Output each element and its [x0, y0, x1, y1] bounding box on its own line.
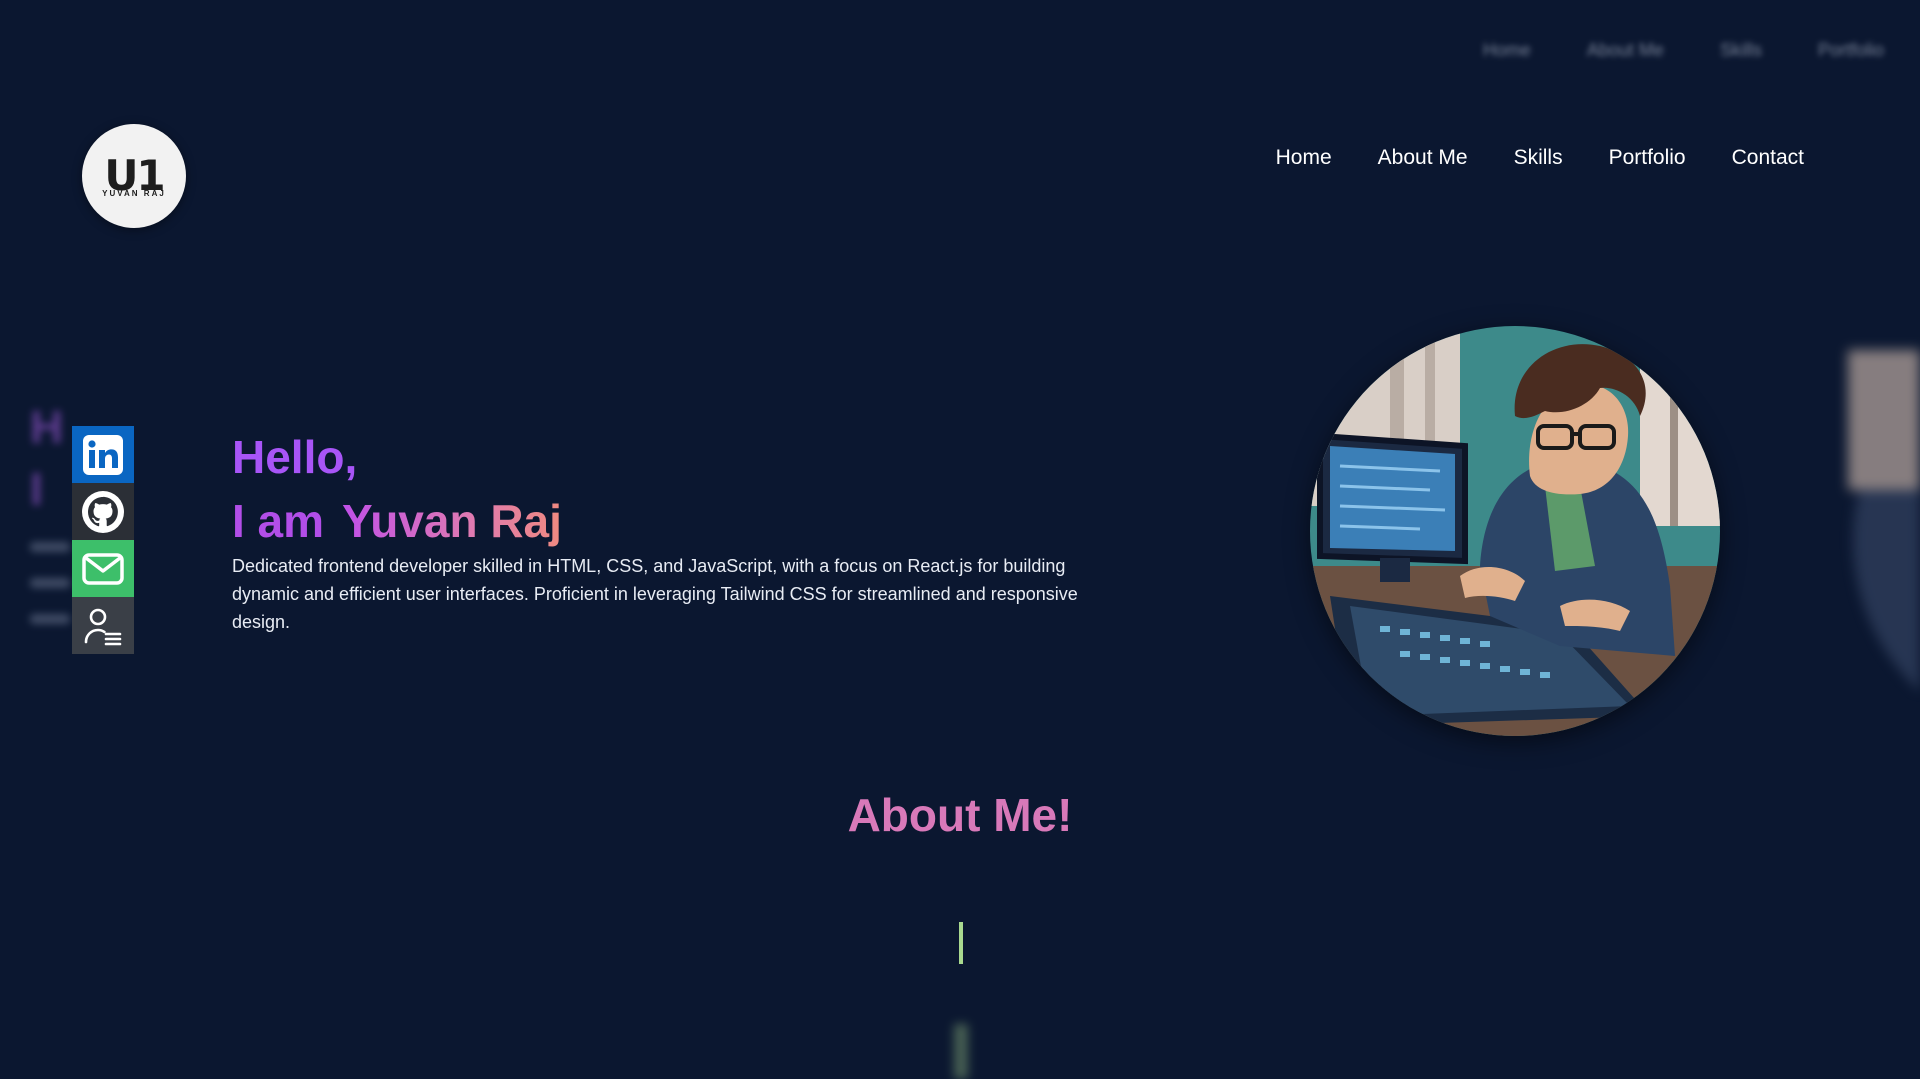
hero-section: Hello, I am Yuvan Raj Dedicated frontend …: [232, 428, 1112, 636]
ghost-nav-item: About Me: [1586, 40, 1664, 60]
ghost-avatar-overlay: [1848, 330, 1920, 750]
mail-icon: [82, 552, 124, 585]
hero-name: Yuvan Raj: [342, 495, 562, 547]
ghost-nav-item: Home: [1482, 40, 1531, 60]
nav-about-me[interactable]: About Me: [1378, 146, 1468, 170]
nav-skills[interactable]: Skills: [1514, 146, 1563, 170]
hero-greeting: Hello,: [232, 431, 358, 483]
hero-intro: I am Yuvan Raj: [232, 492, 1112, 550]
ghost-nav: Home About Me Skills Portfolio: [1483, 40, 1884, 61]
hero-intro-prefix: I am: [232, 495, 325, 547]
resume-link[interactable]: [72, 597, 134, 654]
nav-contact[interactable]: Contact: [1732, 146, 1804, 170]
main-nav: Home About Me Skills Portfolio Contact: [1276, 146, 1804, 170]
linkedin-link[interactable]: [72, 426, 134, 483]
github-link[interactable]: [72, 483, 134, 540]
nav-home[interactable]: Home: [1276, 146, 1332, 170]
resume-icon: [84, 608, 122, 645]
nav-portfolio[interactable]: Portfolio: [1609, 146, 1686, 170]
linkedin-icon: [83, 434, 123, 475]
site-logo[interactable]: U1 YUVAN RAJ: [82, 124, 186, 228]
ghost-nav-item: Portfolio: [1817, 40, 1884, 60]
social-sidebar: [72, 426, 134, 654]
ghost-left-overlay: H I: [30, 400, 70, 624]
typing-cursor: [959, 922, 963, 964]
github-icon: [82, 490, 124, 533]
profile-illustration: [1310, 326, 1720, 736]
scroll-ghost-cursor: [954, 1024, 968, 1079]
hero-bio: Dedicated frontend developer skilled in …: [232, 556, 1078, 632]
ghost-nav-item: Skills: [1719, 40, 1762, 60]
logo-subtitle: YUVAN RAJ: [102, 188, 166, 198]
about-section-title: About Me!: [847, 789, 1073, 841]
email-link[interactable]: [72, 540, 134, 597]
